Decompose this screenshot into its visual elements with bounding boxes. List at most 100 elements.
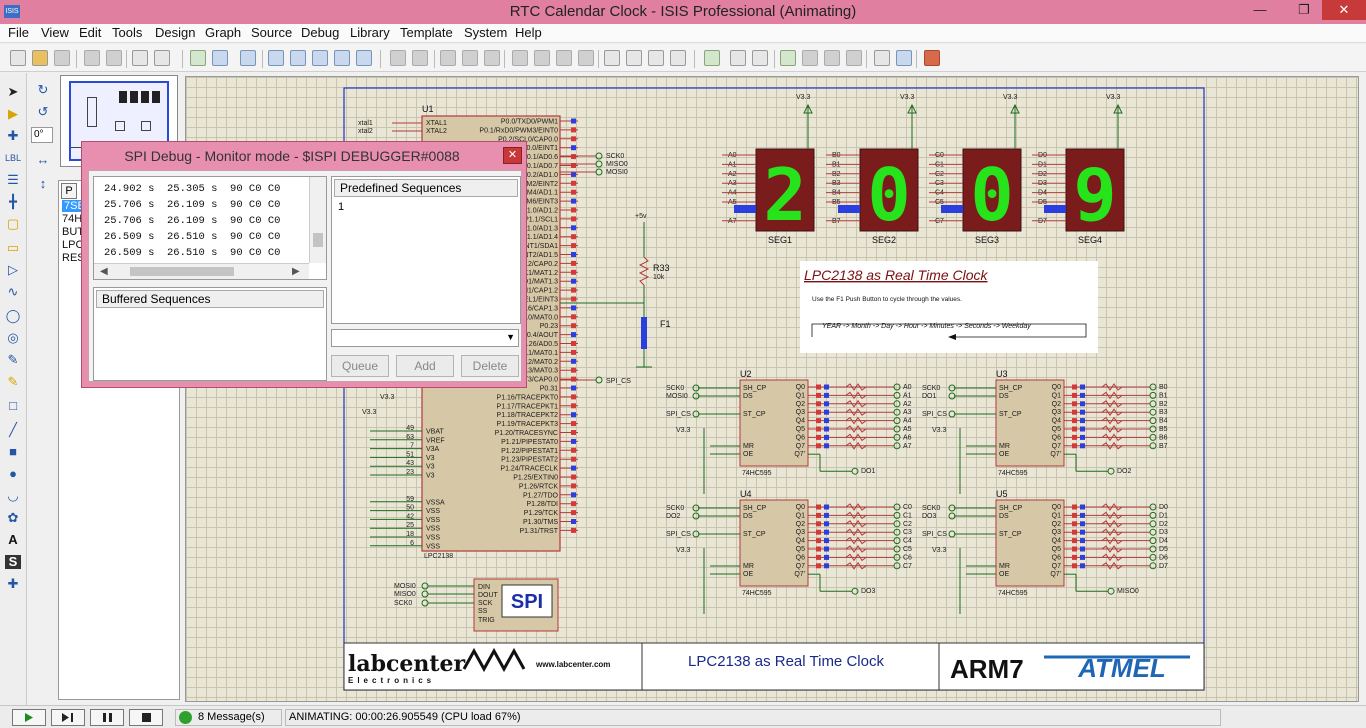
ares-icon[interactable] <box>924 50 940 66</box>
component-mode-icon[interactable]: ▶ <box>5 107 21 121</box>
maximize-button[interactable]: ❐ <box>1289 0 1319 20</box>
rotation-angle-field[interactable]: 0° <box>31 127 53 143</box>
undo-icon[interactable] <box>390 50 406 66</box>
current-probe-icon[interactable]: ✎ <box>5 375 21 389</box>
pick-device-button[interactable]: P <box>61 183 77 199</box>
bom-icon[interactable] <box>846 50 862 66</box>
menu-source[interactable]: Source <box>251 25 292 40</box>
subcircuit-icon[interactable]: ▢ <box>5 217 21 231</box>
rotate-ccw-icon[interactable]: ↺ <box>35 105 51 119</box>
remove-sheet-icon[interactable] <box>802 50 818 66</box>
device-item[interactable]: 74H <box>62 213 82 225</box>
mirror-x-icon[interactable]: ↔ <box>35 153 51 167</box>
import-icon[interactable] <box>84 50 100 66</box>
zoom-in-icon[interactable] <box>290 50 306 66</box>
print-icon[interactable] <box>132 50 148 66</box>
cut-icon[interactable] <box>440 50 456 66</box>
save-icon[interactable] <box>54 50 70 66</box>
search-icon[interactable] <box>730 50 746 66</box>
menu-view[interactable]: View <box>41 25 69 40</box>
sequence-dropdown[interactable]: ▼ <box>331 329 519 347</box>
log-row[interactable]: 25.706 s 26.109 s 90 C0 C0 <box>104 215 280 227</box>
menu-tools[interactable]: Tools <box>112 25 142 40</box>
messages-indicator[interactable]: 8 Message(s) <box>175 709 282 726</box>
predefined-item[interactable]: 1 <box>338 201 344 213</box>
packaging-icon[interactable] <box>648 50 664 66</box>
queue-button[interactable]: Queue <box>331 355 389 377</box>
decompose-icon[interactable] <box>670 50 686 66</box>
menu-file[interactable]: File <box>8 25 29 40</box>
block-move-icon[interactable] <box>534 50 550 66</box>
pick-device-icon[interactable] <box>604 50 620 66</box>
grid-icon[interactable] <box>212 50 228 66</box>
make-device-icon[interactable] <box>626 50 642 66</box>
origin-icon[interactable] <box>240 50 256 66</box>
log-hscrollbar[interactable]: ◀ ▶ <box>94 263 309 279</box>
delete-button[interactable]: Delete <box>461 355 519 377</box>
menu-design[interactable]: Design <box>155 25 195 40</box>
open-icon[interactable] <box>32 50 48 66</box>
paste-icon[interactable] <box>484 50 500 66</box>
tape-recorder-icon[interactable]: ◯ <box>5 309 21 323</box>
zoom-all-icon[interactable] <box>334 50 350 66</box>
voltage-probe-icon[interactable]: ✎ <box>5 353 21 367</box>
selection-mode-icon[interactable]: ➤ <box>5 85 21 99</box>
2d-path-icon[interactable]: ✿ <box>5 511 21 525</box>
netlist-icon[interactable] <box>896 50 912 66</box>
zoom-area-icon[interactable] <box>356 50 372 66</box>
text-script-icon[interactable]: ☰ <box>5 173 21 187</box>
spi-debug-window[interactable]: SPI Debug - Monitor mode - $ISPI DEBUGGE… <box>81 141 527 388</box>
graph-mode-icon[interactable]: ∿ <box>5 285 21 299</box>
pause-button[interactable] <box>90 709 124 726</box>
minimize-button[interactable]: — <box>1245 0 1275 20</box>
generator-icon[interactable]: ◎ <box>5 331 21 345</box>
2d-arc-icon[interactable]: ◡ <box>5 489 21 503</box>
spi-debugger-symbol[interactable]: SPI DIN DOUT SCK SS TRIG MOSI0 MISO0 SCK… <box>394 578 559 632</box>
spi-debug-titlebar[interactable]: SPI Debug - Monitor mode - $ISPI DEBUGGE… <box>82 142 528 170</box>
electrical-rules-icon[interactable] <box>874 50 890 66</box>
spi-close-button[interactable]: ✕ <box>503 147 522 164</box>
rotate-cw-icon[interactable]: ↻ <box>35 83 51 97</box>
log-row[interactable]: 26.509 s 26.510 s 90 C0 C0 <box>104 247 280 259</box>
property-tool-icon[interactable] <box>752 50 768 66</box>
pan-icon[interactable] <box>268 50 284 66</box>
terminals-icon[interactable]: ▭ <box>5 241 21 255</box>
2d-symbol-icon[interactable]: S <box>5 555 21 569</box>
menu-edit[interactable]: Edit <box>79 25 101 40</box>
junction-dot-icon[interactable]: ✚ <box>5 129 21 143</box>
new-sheet-icon[interactable] <box>780 50 796 66</box>
area-icon[interactable] <box>154 50 170 66</box>
menu-template[interactable]: Template <box>400 25 453 40</box>
2d-marker-icon[interactable]: ✚ <box>5 577 21 591</box>
2d-line-icon[interactable]: ╱ <box>5 423 21 437</box>
menu-help[interactable]: Help <box>515 25 542 40</box>
2d-text-icon[interactable]: A <box>5 533 21 547</box>
log-row[interactable]: 25.706 s 26.109 s 90 C0 C0 <box>104 199 280 211</box>
virtual-instrument-icon[interactable]: □ <box>5 399 21 413</box>
spi-log-list[interactable]: 24.902 s 25.305 s 90 C0 C0 25.706 s 26.1… <box>93 176 327 280</box>
device-pins-icon[interactable]: ▷ <box>5 263 21 277</box>
buses-icon[interactable]: ╋ <box>5 195 21 209</box>
menu-library[interactable]: Library <box>350 25 390 40</box>
log-row[interactable]: 24.902 s 25.305 s 90 C0 C0 <box>104 183 280 195</box>
redo-icon[interactable] <box>412 50 428 66</box>
log-row[interactable]: 26.509 s 26.510 s 90 C0 C0 <box>104 231 280 243</box>
menu-graph[interactable]: Graph <box>205 25 241 40</box>
exit-to-parent-icon[interactable] <box>824 50 840 66</box>
wire-autorouter-icon[interactable] <box>704 50 720 66</box>
stop-button[interactable] <box>129 709 163 726</box>
wire-label-icon[interactable]: LBL <box>5 151 21 165</box>
play-button[interactable] <box>12 709 46 726</box>
menu-system[interactable]: System <box>464 25 507 40</box>
export-icon[interactable] <box>106 50 122 66</box>
2d-box-icon[interactable]: ■ <box>5 445 21 459</box>
block-delete-icon[interactable] <box>578 50 594 66</box>
mirror-y-icon[interactable]: ↕ <box>35 177 51 191</box>
copy-icon[interactable] <box>462 50 478 66</box>
step-button[interactable] <box>51 709 85 726</box>
block-rotate-icon[interactable] <box>556 50 572 66</box>
close-button[interactable]: ✕ <box>1322 0 1366 20</box>
2d-circle-icon[interactable]: ● <box>5 467 21 481</box>
log-vscrollbar[interactable] <box>309 177 326 263</box>
redraw-icon[interactable] <box>190 50 206 66</box>
